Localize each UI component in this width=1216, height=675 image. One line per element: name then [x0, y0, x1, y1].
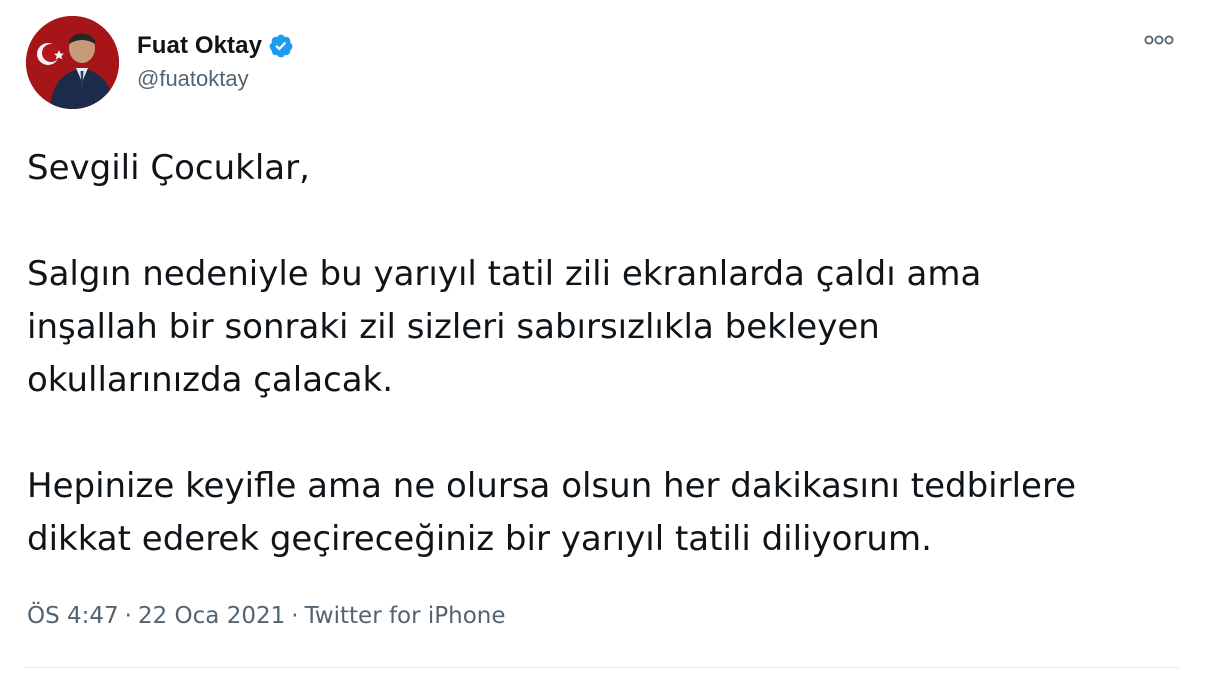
tweet-card: Fuat Oktay @fuatoktay Sevgili Çocuklar, …	[0, 0, 1216, 675]
divider	[24, 667, 1180, 668]
tweet-line: Salgın nedeniyle bu yarıyıl tatil zili e…	[27, 254, 982, 294]
meta-separator: ·	[124, 603, 132, 629]
tweet-line: dikkat ederek geçireceğiniz bir yarıyıl …	[27, 519, 932, 559]
avatar-image	[26, 16, 119, 109]
more-options-icon[interactable]	[1139, 28, 1179, 52]
avatar[interactable]	[26, 16, 119, 109]
tweet-time[interactable]: ÖS 4:47	[27, 603, 119, 629]
meta-separator: ·	[291, 603, 299, 629]
tweet-greeting: Sevgili Çocuklar,	[27, 148, 310, 188]
author-block: Fuat Oktay @fuatoktay	[137, 31, 294, 92]
tweet-line: Hepinize keyifle ama ne olursa olsun her…	[27, 466, 1077, 506]
name-row: Fuat Oktay	[137, 31, 294, 61]
verified-badge-icon	[268, 33, 294, 59]
tweet-date[interactable]: 22 Oca 2021	[138, 603, 285, 629]
tweet-line: okullarınızda çalacak.	[27, 360, 394, 400]
tweet-meta: ÖS 4:47 · 22 Oca 2021 · Twitter for iPhone	[27, 603, 506, 629]
tweet-source[interactable]: Twitter for iPhone	[305, 603, 506, 629]
handle[interactable]: @fuatoktay	[137, 66, 294, 92]
display-name[interactable]: Fuat Oktay	[137, 32, 262, 60]
tweet-line: inşallah bir sonraki zil sizleri sabırsı…	[27, 307, 880, 347]
